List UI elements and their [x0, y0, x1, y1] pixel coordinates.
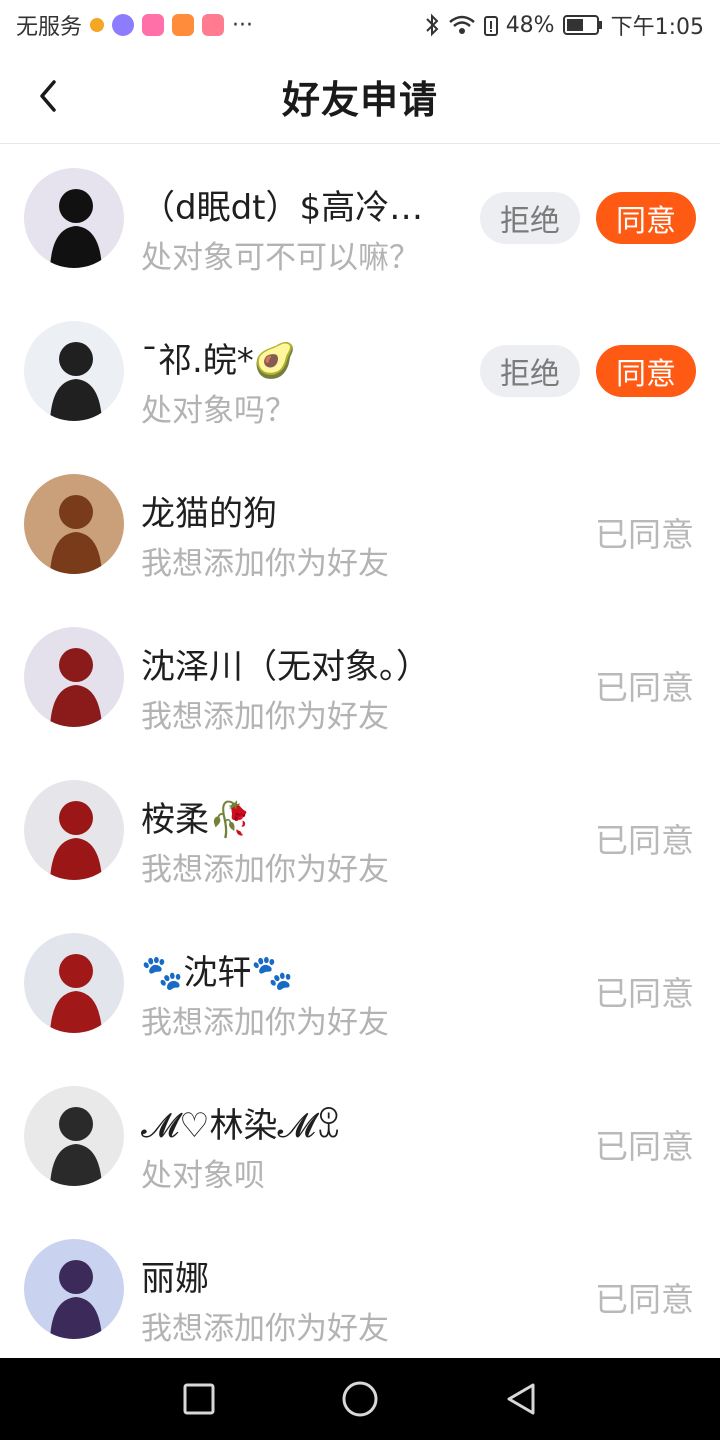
request-row[interactable]: 沈泽川（无对象。） 我想添加你为好友 已同意	[0, 603, 720, 756]
chevron-left-icon	[40, 80, 56, 112]
wifi-icon	[448, 15, 475, 34]
request-row[interactable]: 桉柔🥀 我想添加你为好友 已同意	[0, 756, 720, 909]
clock: 下午1:05	[610, 15, 704, 40]
accepted-status: 已同意	[595, 1280, 694, 1319]
accepted-status: 已同意	[595, 821, 694, 860]
reject-button[interactable]: 拒绝	[480, 192, 580, 244]
request-message: 处对象呗	[141, 1158, 265, 1194]
agree-button[interactable]: 同意	[596, 192, 696, 244]
header-bar: 好友申请	[0, 50, 720, 144]
battery-alert-icon	[483, 16, 498, 36]
status-right: 48% 下午1:05	[424, 9, 704, 41]
triangle-back-icon[interactable]	[504, 1382, 538, 1416]
app-icon-3	[142, 14, 165, 36]
requester-name: 沈泽川（无对象。）	[141, 647, 430, 687]
request-row[interactable]: 🐾沈轩🐾 我想添加你为好友 已同意	[0, 909, 720, 1062]
system-navigation-bar	[0, 1358, 720, 1440]
request-row[interactable]: 𝓜♡林染𝓜ꀾ 处对象呗 已同意	[0, 1062, 720, 1215]
friend-request-list: （d眠dt）$高冷… 处对象可不可以嘛？ 拒绝 同意 ˉ祁.皖*🥑 处对象吗？ 拒绝 同意 龙猫…	[0, 144, 720, 1368]
square-icon[interactable]	[182, 1382, 216, 1416]
avatar[interactable]	[24, 780, 124, 880]
request-message: 我想添加你为好友	[141, 546, 389, 582]
status-bar: 无服务 ··· 48% 下午1:05	[0, 0, 720, 50]
app-icon-4	[172, 14, 195, 36]
request-message: 我想添加你为好友	[141, 852, 389, 888]
accepted-status: 已同意	[595, 974, 694, 1013]
requester-name: 丽娜	[141, 1259, 209, 1299]
bluetooth-icon	[425, 13, 439, 37]
request-message: 处对象吗？	[141, 393, 296, 429]
avatar[interactable]	[24, 1086, 124, 1186]
avatar[interactable]	[24, 168, 124, 268]
avatar[interactable]	[24, 321, 124, 421]
reject-button[interactable]: 拒绝	[480, 345, 580, 397]
accepted-status: 已同意	[595, 515, 694, 554]
request-message: 我想添加你为好友	[141, 1005, 389, 1041]
accepted-status: 已同意	[595, 1127, 694, 1166]
agree-button[interactable]: 同意	[596, 345, 696, 397]
requester-name: （d眠dt）$高冷…	[141, 188, 424, 228]
avatar[interactable]	[24, 627, 124, 727]
request-message: 我想添加你为好友	[141, 699, 389, 735]
request-row[interactable]: （d眠dt）$高冷… 处对象可不可以嘛？ 拒绝 同意	[0, 144, 720, 297]
requester-name: 🐾沈轩🐾	[141, 953, 294, 993]
request-message: 处对象可不可以嘛？	[141, 240, 420, 276]
page-title: 好友申请	[281, 78, 438, 122]
avatar[interactable]	[24, 1239, 124, 1339]
requester-name: ˉ祁.皖*🥑	[141, 341, 297, 381]
more-notifications-icon: ···	[232, 12, 253, 38]
status-left: 无服务 ···	[16, 9, 253, 41]
request-row[interactable]: 龙猫的狗我想添加你为好友 已同意	[0, 450, 720, 603]
back-button[interactable]	[30, 76, 70, 116]
app-icon-2	[112, 14, 135, 36]
app-icon-5	[202, 14, 225, 36]
request-message: 我想添加你为好友	[141, 1311, 389, 1347]
requester-name: 𝓜♡林染𝓜ꀾ	[141, 1106, 343, 1146]
requester-name: 龙猫的狗	[141, 494, 277, 534]
request-row[interactable]: ˉ祁.皖*🥑 处对象吗？ 拒绝 同意	[0, 297, 720, 450]
battery-icon	[562, 15, 602, 35]
app-icon-1	[90, 18, 105, 32]
requester-name: 桉柔🥀	[141, 800, 252, 840]
carrier-text: 无服务	[16, 15, 83, 40]
battery-percent: 48%	[505, 12, 555, 38]
accepted-status: 已同意	[595, 668, 694, 707]
circle-icon[interactable]	[341, 1380, 379, 1418]
avatar[interactable]	[24, 933, 124, 1033]
request-row[interactable]: 丽娜我想添加你为好友 已同意	[0, 1215, 720, 1368]
avatar[interactable]	[24, 474, 124, 574]
